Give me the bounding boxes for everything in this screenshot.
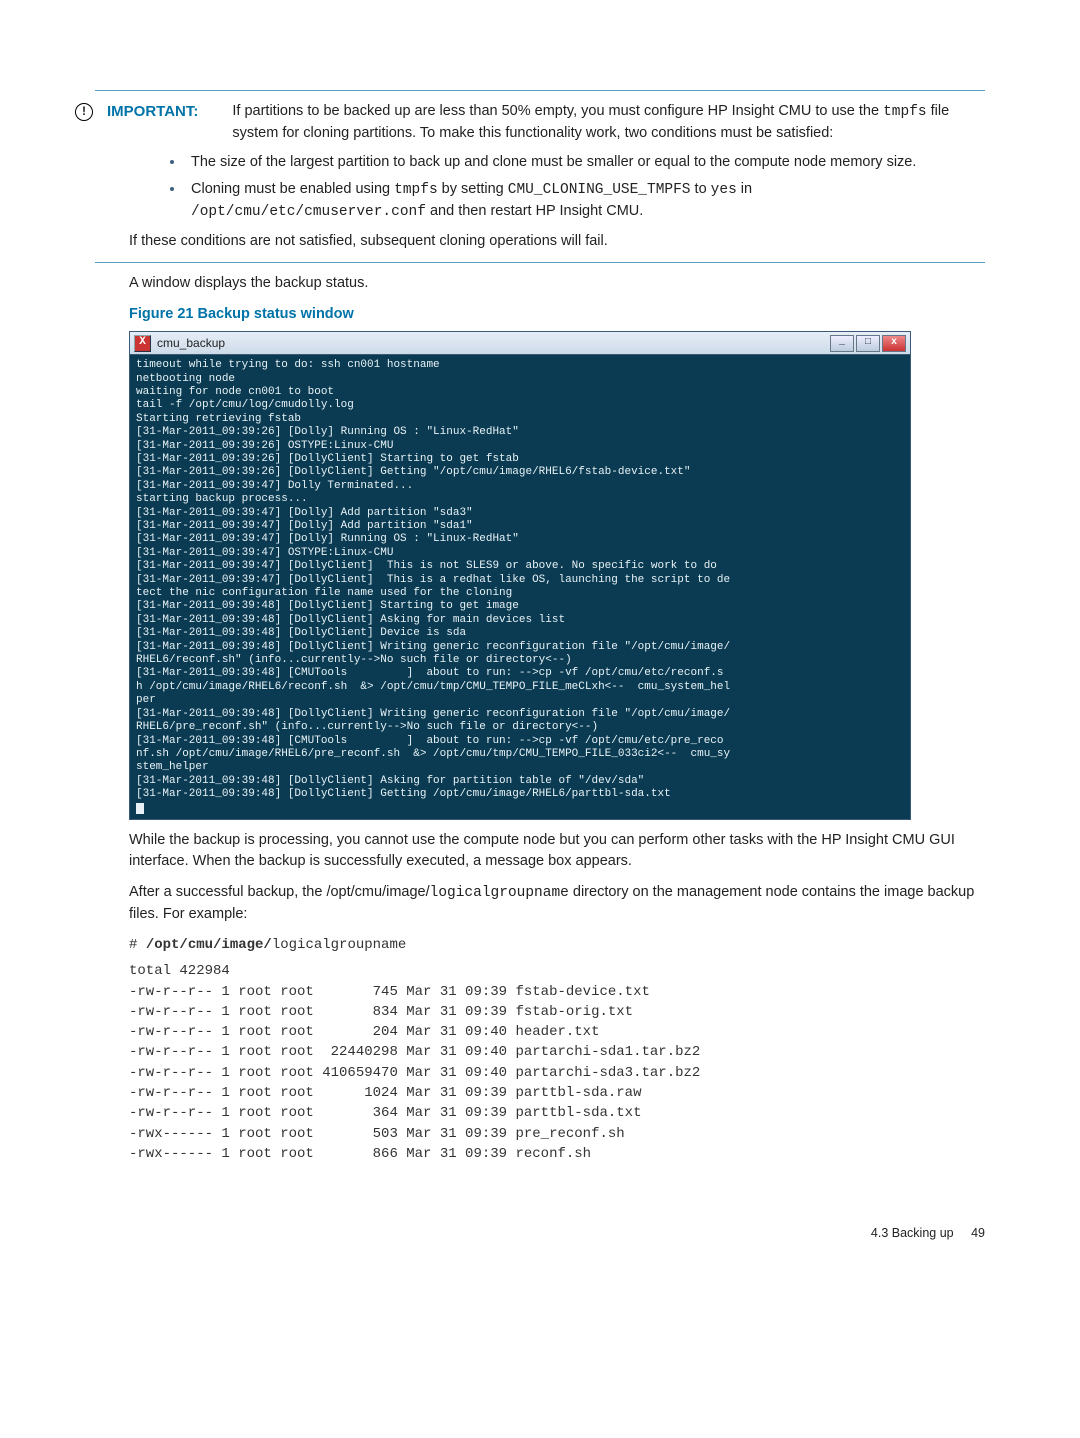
terminal-title-text: cmu_backup [157,336,225,351]
terminal-app-icon: X [134,335,151,352]
b2b: by setting [438,181,508,197]
maximize-button[interactable]: □ [856,335,880,352]
terminal-cursor [136,803,144,814]
footer-page-number: 49 [971,1226,985,1240]
important-label: IMPORTANT: [107,101,198,123]
important-bullets: The size of the largest partition to bac… [185,152,985,223]
terminal-titlebar[interactable]: X cmu_backup _ □ x [130,332,910,355]
imp-lead: If partitions to be backed up are less t… [232,103,883,119]
important-block: ! IMPORTANT: If partitions to be backed … [75,101,985,144]
b2-path: /opt/cmu/etc/cmuserver.conf [191,204,426,220]
paragraph-after-backup: After a successful backup, the /opt/cmu/… [129,882,985,925]
ls-output: total 422984 -rw-r--r-- 1 root root 745 … [129,961,985,1164]
rule-top [95,90,985,91]
p3a: After a successful backup, the /opt/cmu/… [129,884,430,900]
b2-var: CMU_CLONING_USE_TMPFS [508,182,691,198]
bullet-2: Cloning must be enabled using tmpfs by s… [185,179,985,223]
paragraph-window-displays: A window displays the backup status. [129,273,985,294]
b2d: in [737,181,752,197]
paragraph-while-backup: While the backup is processing, you cann… [129,830,985,872]
important-text: If partitions to be backed up are less t… [232,101,985,144]
ls-command: # /opt/cmu/image/logicalgroupname [129,935,985,955]
ls-cmd-tail: logicalgroupname [272,937,406,953]
b2a: Cloning must be enabled using [191,181,394,197]
alert-icon: ! [75,103,93,121]
important-tail: If these conditions are not satisfied, s… [129,231,985,252]
hash: # [129,937,146,953]
terminal-window: X cmu_backup _ □ x timeout while trying … [129,331,911,820]
b2e: and then restart HP Insight CMU. [426,203,643,219]
p3-code: logicalgroupname [430,885,569,901]
imp-code-tmpfs: tmpfs [883,104,927,120]
minimize-button[interactable]: _ [830,335,854,352]
close-button[interactable]: x [882,335,906,352]
terminal-output: timeout while trying to do: ssh cn001 ho… [136,359,730,800]
b2-tmpfs: tmpfs [394,182,438,198]
bullet-1: The size of the largest partition to bac… [185,152,985,173]
b2c: to [691,181,711,197]
page-footer: 4.3 Backing up 49 [95,1224,985,1242]
terminal-body[interactable]: timeout while trying to do: ssh cn001 ho… [130,355,910,819]
ls-cmd-bold: /opt/cmu/image/ [146,937,272,953]
b2-yes: yes [711,182,737,198]
rule-bottom [95,262,985,263]
figure-title: Figure 21 Backup status window [129,304,985,325]
footer-section: 4.3 Backing up [871,1226,954,1240]
